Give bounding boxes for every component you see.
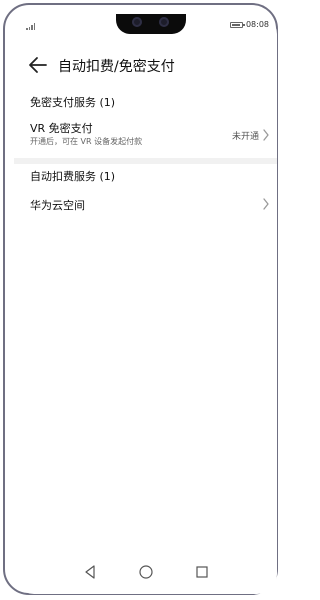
camera-notch (116, 14, 186, 34)
navigation-bar (14, 560, 277, 584)
battery-icon (230, 22, 245, 28)
circle-home-icon[interactable] (138, 564, 154, 580)
section-divider (14, 158, 277, 164)
vr-password-free-status: 未开通 (231, 132, 259, 142)
status-bar: 08:08 (14, 14, 277, 38)
chevron-right-icon (263, 198, 269, 210)
page-title: 自动扣费/免密支付 (58, 59, 175, 75)
vr-password-free-subtitle: 开通后，可在 VR 设备发起付款 (30, 137, 143, 146)
front-camera-icon (132, 17, 142, 27)
phone-frame: 08:08 自动扣费/免密支付 免密支付服务 (1) VR 免密支付 开通后，可… (3, 3, 278, 595)
auto-deduct-section: 自动扣费服务 (1) 华为云空间 (14, 166, 277, 222)
huawei-cloud-title: 华为云空间 (30, 199, 85, 212)
header: 自动扣费/免密支付 (14, 50, 277, 80)
front-sensor-icon (159, 17, 169, 27)
password-free-section: 免密支付服务 (1) VR 免密支付 开通后，可在 VR 设备发起付款 未开通 (14, 92, 277, 164)
signal-icon (26, 23, 35, 30)
password-free-section-title: 免密支付服务 (1) (30, 96, 116, 109)
screen: 08:08 自动扣费/免密支付 免密支付服务 (1) VR 免密支付 开通后，可… (14, 14, 277, 594)
auto-deduct-section-title: 自动扣费服务 (1) (30, 170, 116, 183)
square-recent-icon[interactable] (194, 564, 210, 580)
chevron-right-icon (263, 129, 269, 141)
vr-password-free-row[interactable]: VR 免密支付 开通后，可在 VR 设备发起付款 未开通 (14, 114, 277, 158)
status-time: 08:08 (245, 20, 269, 29)
arrow-left-icon[interactable] (28, 56, 48, 74)
triangle-back-icon[interactable] (82, 564, 98, 580)
vr-password-free-title: VR 免密支付 (30, 122, 93, 135)
huawei-cloud-row[interactable]: 华为云空间 (14, 188, 277, 222)
